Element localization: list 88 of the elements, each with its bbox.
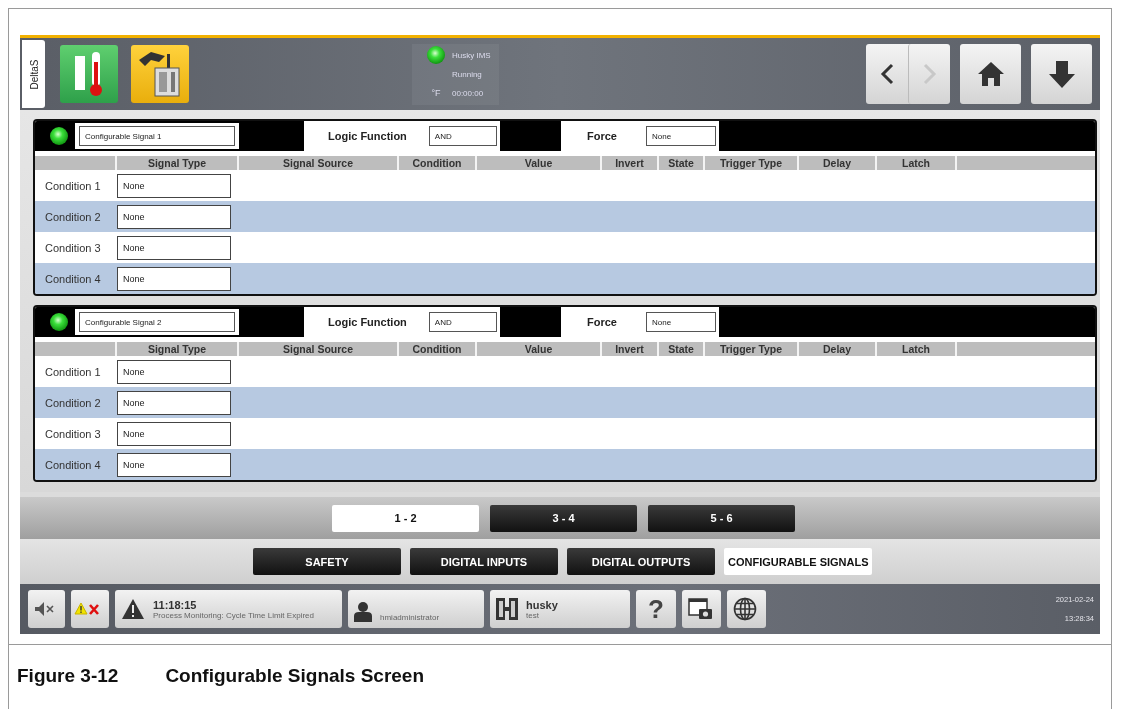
column-header: Condition [397,342,475,356]
column-header: Signal Source [237,156,397,170]
husky-logo-icon [496,598,518,620]
page-tab[interactable]: 3 - 4 [490,504,637,532]
column-header: Value [475,156,600,170]
row-label: Condition 1 [45,365,102,378]
status-text: Running [452,69,483,79]
page-tab[interactable]: 1 - 2 [332,504,479,532]
column-header: Delay [797,156,875,170]
home-icon [976,61,1005,87]
section-tab[interactable]: CONFIGURABLE SIGNALS [724,548,872,575]
down-arrow-icon [1047,59,1076,89]
camera-window-icon [688,598,713,620]
thermometer-icon [75,51,103,97]
column-header: State [657,342,703,356]
section-tab[interactable]: SAFETY [253,548,401,575]
row-label: Condition 4 [45,272,102,285]
chevron-left-icon [879,63,895,85]
globe-icon [733,597,757,621]
alarm-time: 11:18:15 [153,598,198,611]
column-header: Invert [600,156,657,170]
row-label: Condition 3 [45,427,102,440]
status-text: Husky IMS [452,50,491,60]
help-button[interactable]: ? [636,590,676,628]
row-label: Condition 4 [45,458,102,471]
alarm-message-button[interactable]: 11:18:15 Process Monitoring: Cycle Time Limit Expired [115,590,342,628]
machine-name: husky [526,598,558,611]
page-tab[interactable]: 5 - 6 [648,504,795,532]
column-header: Trigger Type [703,156,797,170]
logic-function-label: Logic Function [328,130,407,142]
temperature-unit: °F [431,88,441,98]
down-button[interactable] [1031,44,1092,104]
force-label: Force [587,130,617,142]
mold-button[interactable] [131,45,189,103]
force-label: Force [587,316,617,328]
machine-subtitle: test [526,610,539,620]
signal-type-field[interactable]: None [117,421,231,446]
column-header: Signal Type [115,342,237,356]
logic-function-field[interactable]: AND [428,126,497,146]
column-header: Latch [875,156,955,170]
signal-type-field[interactable]: None [117,359,231,384]
signal-name-field[interactable]: Configurable Signal 1 [79,126,235,146]
column-header: Condition [397,156,475,170]
column-header: Delay [797,342,875,356]
alarm-reset-button[interactable] [71,590,109,628]
signal-name-field[interactable]: Configurable Signal 2 [79,312,235,332]
signal-type-field[interactable]: None [117,266,231,291]
temperature-button[interactable] [60,45,118,103]
status-text: 00:00:00 [452,88,485,98]
logic-function-field[interactable]: AND [428,312,497,332]
row-label: Condition 3 [45,241,102,254]
column-header: Latch [875,342,955,356]
figure-title: Configurable Signals Screen [165,665,425,687]
column-header: Invert [600,342,657,356]
machine-button[interactable]: husky test [490,590,630,628]
chevron-right-icon [922,63,937,85]
force-field[interactable]: None [645,126,716,146]
home-button[interactable] [960,44,1021,104]
row-label: Condition 2 [45,396,102,409]
figure-number: Figure 3-12 [17,665,119,687]
side-tab[interactable]: DeltaS [22,40,45,108]
signal-type-field[interactable]: None [117,390,231,415]
user-name: hmiadministrator [380,613,440,622]
section-tab[interactable]: DIGITAL OUTPUTS [567,548,715,575]
force-field[interactable]: None [645,312,716,332]
alarm-message: Process Monitoring: Cycle Time Limit Expired [153,610,314,620]
section-tab[interactable]: DIGITAL INPUTS [410,548,558,575]
signal-type-field[interactable]: None [117,235,231,260]
signal-type-field[interactable]: None [117,452,231,477]
column-header: Signal Source [237,342,397,356]
logic-function-label: Logic Function [328,316,407,328]
muted-speaker-icon [34,601,54,617]
hand-and-machine-icon [137,50,183,98]
user-button[interactable]: hmiadministrator [348,590,484,628]
language-button[interactable] [727,590,766,628]
column-header: Signal Type [115,156,237,170]
warning-with-x-icon [74,602,99,616]
column-header: Value [475,342,600,356]
row-label: Condition 2 [45,210,102,223]
row-label: Condition 1 [45,179,102,192]
signal-type-field[interactable]: None [117,204,231,229]
column-header: State [657,156,703,170]
user-icon [354,602,372,622]
column-header: Trigger Type [703,342,797,356]
warning-icon [121,598,145,620]
mute-button[interactable] [28,590,65,628]
screenshot-button[interactable] [682,590,721,628]
signal-type-field[interactable]: None [117,173,231,198]
